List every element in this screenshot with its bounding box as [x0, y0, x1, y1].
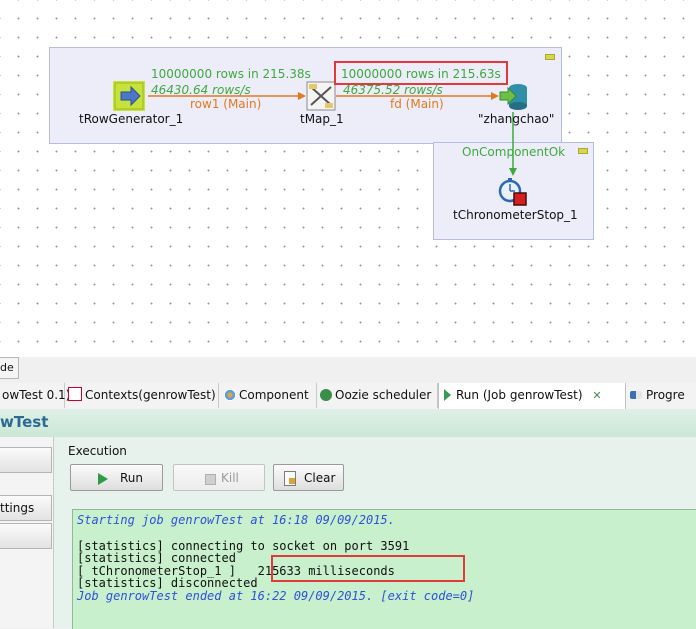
- tab-progress[interactable]: Progre: [628, 383, 696, 408]
- view-tab-bar: owTest 0.1) Contexts(genrowTest) Compone…: [0, 383, 696, 410]
- chronometer-stop-icon[interactable]: [497, 176, 527, 206]
- kill-button-label: Kill: [221, 471, 239, 485]
- row1-link-label[interactable]: row1 (Main): [190, 97, 261, 111]
- row-generator-label: tRowGenerator_1: [79, 112, 184, 126]
- contexts-icon: [68, 387, 82, 401]
- left-button-extra[interactable]: [0, 523, 52, 549]
- left-button-settings[interactable]: ttings: [0, 495, 52, 521]
- row1-link-arrow: [298, 92, 306, 100]
- component-icon: [224, 389, 236, 401]
- trigger-link-arrow: [509, 168, 517, 176]
- highlight-box-milliseconds: [271, 555, 465, 582]
- tmap-label: tMap_1: [300, 112, 344, 126]
- row1-rate-stat: 46430.64 rows/s: [151, 83, 251, 97]
- kill-button-icon: [205, 474, 216, 485]
- tab-oozie[interactable]: Oozie scheduler: [318, 383, 438, 408]
- trigger-link-label[interactable]: OnComponentOk: [462, 145, 565, 159]
- tab-oozie-label: Oozie scheduler: [335, 388, 432, 402]
- clear-button[interactable]: Clear: [273, 464, 344, 491]
- fd-rate-stat: 46375.52 rows/s: [343, 83, 443, 97]
- fd-link-label[interactable]: fd (Main): [390, 97, 444, 111]
- highlight-box-rows: [334, 61, 508, 85]
- tab-contexts-label: Contexts(genrowTest): [85, 388, 216, 402]
- clear-button-label: Clear: [304, 471, 336, 485]
- oozie-icon: [320, 389, 332, 401]
- run-button[interactable]: Run: [70, 464, 163, 491]
- kill-button[interactable]: Kill: [173, 464, 265, 491]
- editor-tab-designer[interactable]: de: [0, 357, 19, 379]
- fd-link-arrow: [491, 92, 499, 100]
- tab-component-label: Component: [239, 388, 309, 402]
- db-output-label: "zhangchao": [478, 112, 555, 126]
- tmap-icon[interactable]: [306, 81, 336, 111]
- tab-run[interactable]: Run (Job genrowTest) ✕: [438, 383, 626, 409]
- tab-job[interactable]: owTest 0.1): [0, 383, 70, 408]
- chronometer-stop-label: tChronometerStop_1: [453, 208, 578, 222]
- run-left-column: ttings: [0, 437, 54, 628]
- tab-contexts[interactable]: Contexts(genrowTest): [66, 383, 219, 408]
- console-line-end: Job genrowTest ended at 16:22 09/09/2015…: [77, 589, 475, 603]
- tab-job-label: owTest 0.1): [2, 388, 71, 402]
- tab-run-label: Run (Job genrowTest): [456, 388, 583, 402]
- left-button-basic-run[interactable]: [0, 447, 52, 473]
- run-button-label: Run: [120, 471, 144, 485]
- tab-progress-label: Progre: [646, 388, 685, 402]
- tab-run-close-icon[interactable]: ✕: [592, 389, 601, 402]
- progress-icon: [630, 391, 642, 399]
- run-button-icon: [98, 473, 108, 485]
- db-output-icon[interactable]: [499, 83, 529, 111]
- run-panel-title-bar: wTest: [0, 409, 696, 438]
- job-design-canvas[interactable]: tRowGenerator_1 tMap_1 "zhangchao" tChro…: [0, 0, 696, 357]
- tab-component[interactable]: Component: [222, 383, 317, 408]
- clear-button-icon: [284, 471, 296, 486]
- row1-rows-stat: 10000000 rows in 215.38s: [151, 67, 311, 81]
- run-panel-title: wTest: [0, 413, 49, 431]
- run-icon: [444, 389, 451, 401]
- execution-label: Execution: [68, 444, 127, 458]
- connection-lines: [148, 92, 517, 176]
- row-generator-icon[interactable]: [113, 81, 145, 111]
- console-line-start: Starting job genrowTest at 16:18 09/09/2…: [77, 513, 395, 527]
